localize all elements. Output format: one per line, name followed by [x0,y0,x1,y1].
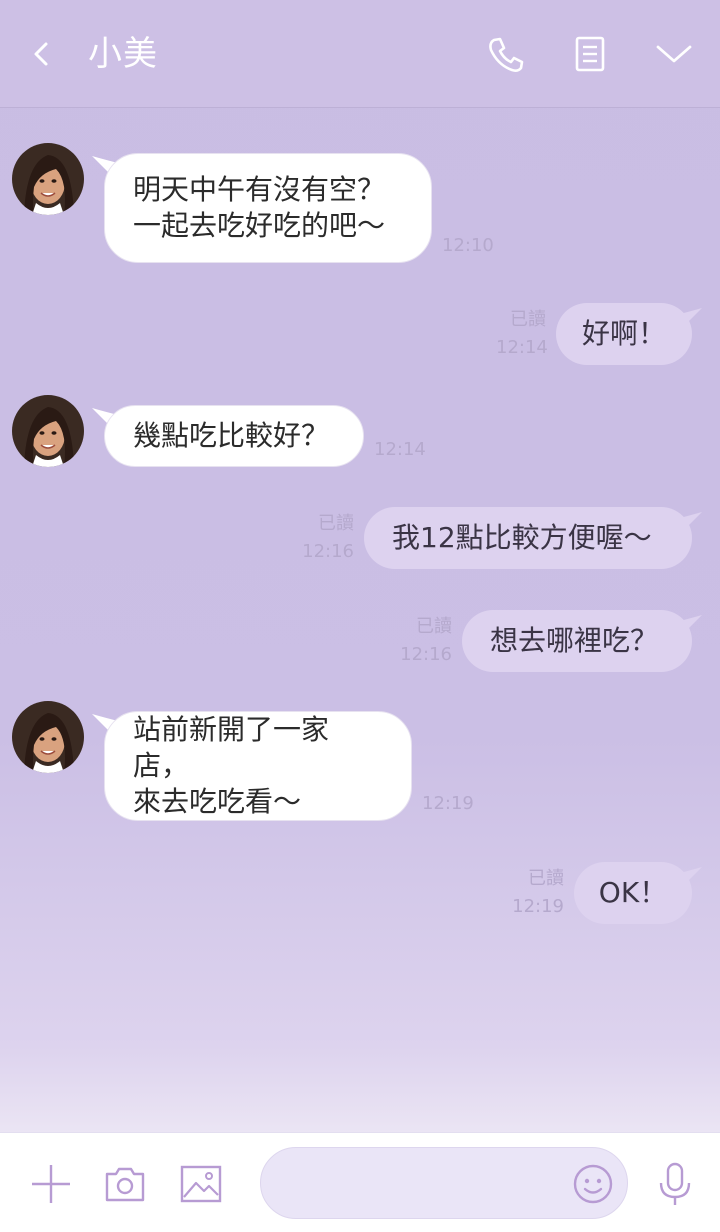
avatar[interactable] [12,143,84,215]
call-button[interactable] [484,32,528,76]
bubble-tail [672,308,702,330]
emoji-button[interactable] [570,1161,616,1207]
avatar[interactable] [12,701,84,773]
message-time: 12:10 [442,235,494,256]
image-button[interactable] [178,1161,224,1207]
chat-header: 小美 [0,0,720,108]
read-receipt: 已讀 [510,309,546,330]
image-icon [180,1165,222,1203]
input-bar [0,1132,720,1232]
read-receipt: 已讀 [416,616,452,637]
message-line: 一起去吃好吃的吧～ [133,209,386,242]
emoji-icon [573,1164,613,1204]
avatar[interactable] [12,395,84,467]
message-line: 來去吃吃看～ [133,785,302,818]
read-receipt: 已讀 [318,513,354,534]
plus-icon [32,1165,70,1203]
outgoing-message-bubble[interactable]: 我12點比較方便喔～ [364,507,692,569]
message-line: 幾點吃比較好？ [133,419,330,452]
incoming-message-bubble[interactable]: 幾點吃比較好？ [104,405,364,467]
microphone-icon [659,1162,691,1205]
message-time: 12:19 [512,896,564,917]
back-button[interactable] [22,34,62,74]
avatar-icon [12,143,84,215]
message-text: 我12點比較方便喔～ [392,521,652,554]
back-chevron-icon [34,42,48,66]
incoming-message-bubble[interactable]: 明天中午有沒有空？ 一起去吃好吃的吧～ [104,153,432,263]
message-time: 12:19 [422,793,474,814]
message-text: OK！ [598,876,668,909]
message-line: 明天中午有沒有空？ [133,173,386,206]
chat-title: 小美 [88,34,158,74]
more-options-button[interactable] [28,1161,74,1207]
incoming-message-bubble[interactable]: 站前新開了一家店， 來去吃吃看～ [104,711,412,821]
camera-button[interactable] [102,1161,148,1207]
chevron-down-icon [656,45,692,63]
bubble-tail [672,867,702,889]
outgoing-message-bubble[interactable]: 想去哪裡吃？ [462,610,692,672]
bubble-tail [672,512,702,534]
message-time: 12:14 [374,439,426,460]
message-text: 想去哪裡吃？ [490,624,659,657]
bubble-tail [672,615,702,637]
phone-icon [489,37,524,72]
notes-icon [575,36,605,72]
message-time: 12:16 [302,541,354,562]
camera-icon [105,1167,145,1202]
voice-button[interactable] [652,1161,698,1207]
chat-area[interactable]: 明天中午有沒有空？ 一起去吃好吃的吧～ 12:10 已讀 12:14 好啊！ 幾… [0,108,720,1132]
message-text: 好啊！ [581,317,666,350]
message-time: 12:14 [496,337,548,358]
notes-button[interactable] [568,32,612,76]
menu-toggle-button[interactable] [652,32,696,76]
avatar-icon [12,701,84,773]
avatar-icon [12,395,84,467]
message-line: 站前新開了一家店， [133,713,330,782]
read-receipt: 已讀 [528,868,564,889]
message-time: 12:16 [400,644,452,665]
